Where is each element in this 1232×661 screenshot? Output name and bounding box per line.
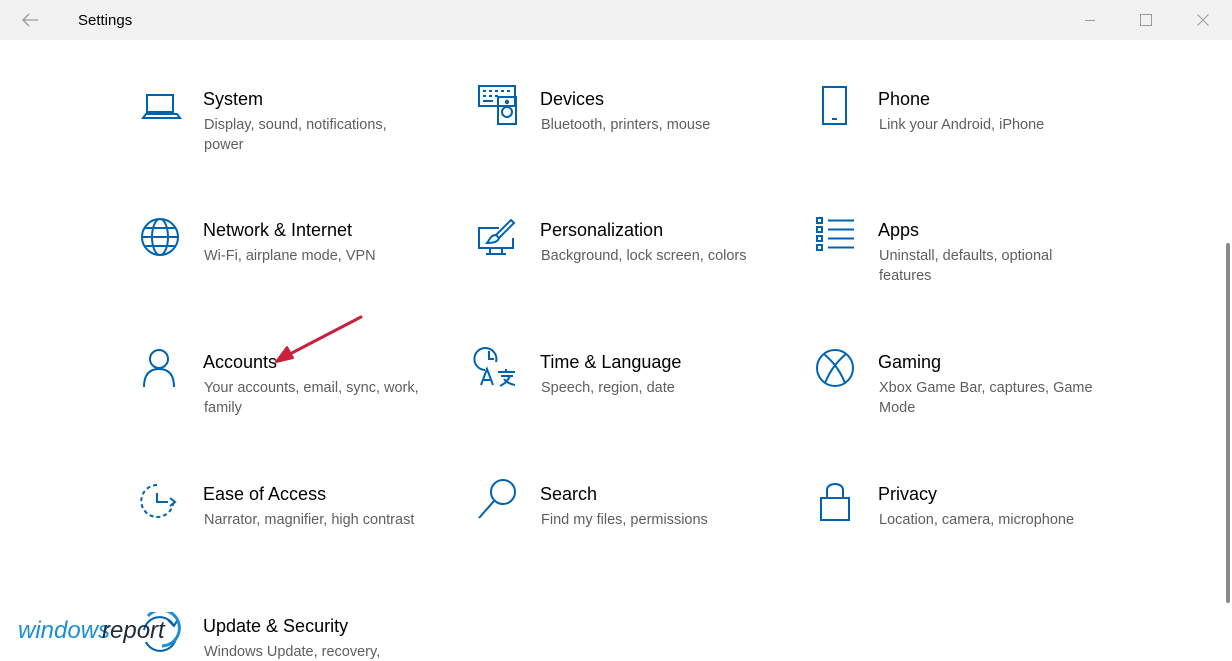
tile-title: Personalization (540, 220, 664, 240)
tile-title: Network & Internet (203, 220, 353, 240)
tile-personalization[interactable]: Personalization Background, lock screen,… (477, 218, 777, 320)
ease-of-access-icon (140, 484, 184, 528)
phone-icon (815, 86, 859, 133)
apps-list-icon (815, 217, 859, 264)
tile-time-language[interactable]: Time & Language Speech, region, date (473, 347, 777, 452)
tile-description: Windows Update, recovery, (204, 644, 381, 660)
tile-description: Narrator, magnifier, high contrast (204, 512, 415, 528)
tile-description: Your accounts, email, sync, work, family (204, 380, 419, 416)
maximize-icon (1140, 14, 1152, 26)
tile-search[interactable]: Search Find my files, permissions (477, 479, 777, 584)
tile-accounts[interactable]: Accounts Your accounts, email, sync, wor… (140, 349, 440, 452)
tile-description: Xbox Game Bar, captures, Game Mode (879, 380, 1093, 416)
tile-description: Display, sound, notifications, power (204, 117, 387, 153)
tile-description: Bluetooth, printers, mouse (541, 117, 711, 133)
tile-network-internet[interactable]: Network & Internet Wi-Fi, airplane mode,… (140, 218, 440, 320)
tile-description: Link your Android, iPhone (879, 117, 1045, 133)
brush-monitor-icon (477, 218, 521, 264)
minimize-button[interactable] (1062, 0, 1118, 40)
tile-description: Find my files, permissions (541, 512, 708, 528)
tile-title: Devices (540, 89, 605, 109)
tile-title: Apps (878, 220, 920, 240)
globe-icon (140, 218, 184, 264)
tile-description: Speech, region, date (541, 380, 675, 396)
window-title: Settings (78, 12, 133, 29)
close-button[interactable] (1175, 0, 1231, 40)
tile-ease-of-access[interactable]: Ease of Access Narrator, magnifier, high… (140, 484, 440, 584)
tile-title: Gaming (878, 352, 942, 372)
tile-title: Search (540, 484, 598, 504)
laptop-icon (140, 89, 184, 133)
tile-description: Location, camera, microphone (879, 512, 1075, 528)
tile-system[interactable]: System Display, sound, notifications, po… (140, 89, 440, 189)
clock-language-icon (473, 347, 521, 396)
tile-phone[interactable]: Phone Link your Android, iPhone (815, 86, 1115, 189)
lock-icon (815, 483, 859, 528)
back-arrow-icon (22, 13, 38, 27)
tile-description: Background, lock screen, colors (541, 248, 747, 264)
keyboard-speaker-icon (477, 85, 521, 133)
tile-title: Privacy (878, 484, 938, 504)
tile-title: Time & Language (540, 352, 682, 372)
tile-title: Ease of Access (203, 484, 327, 504)
tile-description: Wi-Fi, airplane mode, VPN (204, 248, 376, 264)
tile-title: Accounts (203, 352, 278, 372)
back-button[interactable] (14, 6, 46, 34)
close-icon (1197, 14, 1209, 26)
tile-apps[interactable]: Apps Uninstall, defaults, optional featu… (815, 217, 1115, 320)
watermark-part2: report (102, 617, 166, 644)
xbox-icon (815, 349, 859, 396)
magnifier-icon (477, 479, 521, 528)
person-icon (140, 349, 184, 396)
tile-privacy[interactable]: Privacy Location, camera, microphone (815, 483, 1115, 584)
vertical-scrollbar[interactable] (1226, 243, 1230, 603)
title-bar: Settings (0, 0, 1232, 40)
windows-report-logo: windows report (18, 612, 181, 648)
watermark-part1: windows (18, 617, 110, 644)
tile-description: Uninstall, defaults, optional features (879, 248, 1053, 284)
tile-title: Phone (878, 89, 931, 109)
tile-gaming[interactable]: Gaming Xbox Game Bar, captures, Game Mod… (815, 349, 1115, 452)
tile-devices[interactable]: Devices Bluetooth, printers, mouse (477, 85, 777, 189)
tile-title: Update & Security (203, 616, 349, 636)
tile-title: System (203, 89, 264, 109)
minimize-icon (1085, 20, 1095, 21)
maximize-button[interactable] (1118, 0, 1174, 40)
